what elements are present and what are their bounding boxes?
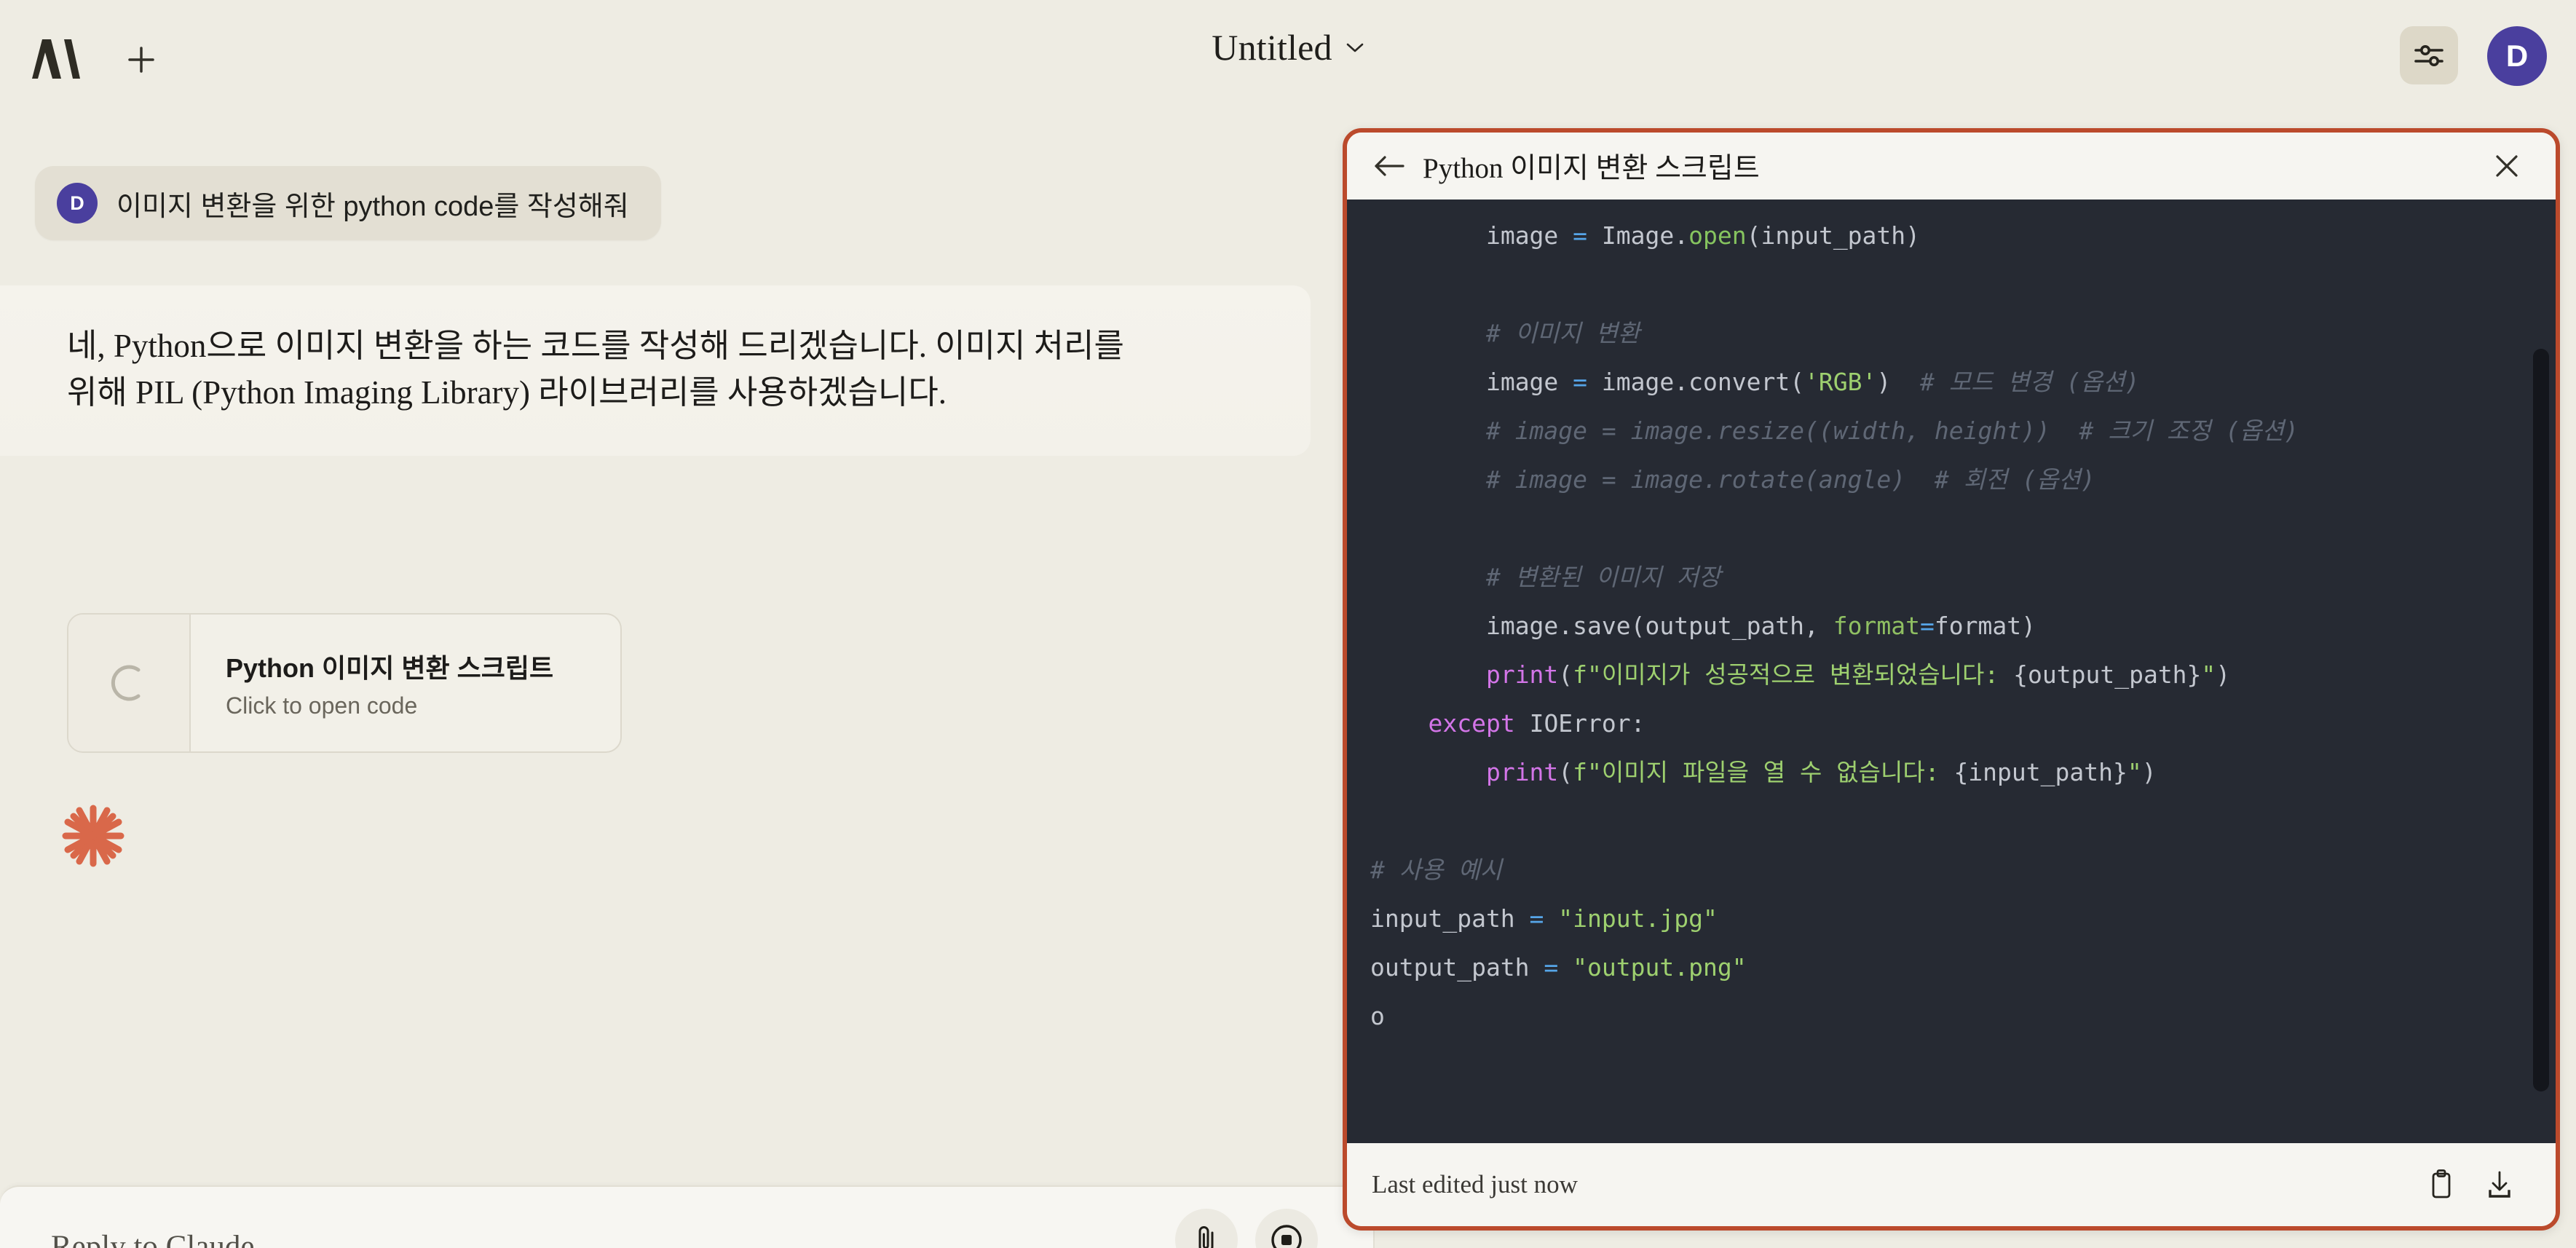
code-line: # image = image.resize((width, height)) …	[1485, 416, 2299, 445]
sliders-icon	[2414, 45, 2443, 66]
stop-recording-icon	[1271, 1225, 1302, 1248]
code-line: except IOError:	[1428, 709, 1645, 738]
code-viewer[interactable]: image = Image.open(input_path) # 이미지 변환 …	[1347, 200, 2556, 1143]
attach-file-button[interactable]	[1175, 1209, 1238, 1248]
new-chat-button[interactable]	[116, 38, 166, 82]
conversation-title-button[interactable]: Untitled	[1212, 26, 1364, 68]
user-message-text: 이미지 변환을 위한 python code를 작성해줘	[116, 191, 629, 222]
download-button[interactable]	[2476, 1161, 2524, 1209]
close-button[interactable]	[2484, 143, 2529, 189]
user-avatar-top[interactable]: D	[2487, 26, 2547, 86]
arrow-left-icon	[1375, 156, 1404, 176]
clipboard-copy-icon	[2432, 1169, 2451, 1198]
page-title: Untitled	[1212, 27, 1332, 68]
code-line: image.save(output_path, format=format)	[1485, 612, 2036, 640]
back-button[interactable]	[1366, 143, 1413, 189]
artifact-card-title: Python 이미지 변환 스크립트	[226, 652, 554, 683]
settings-button[interactable]	[2400, 26, 2458, 84]
close-icon	[2496, 155, 2518, 177]
download-icon	[2489, 1171, 2510, 1198]
assistant-message-text: 네, Python으로 이미지 변환을 하는 코드를 작성해 드리겠습니다. 이…	[67, 328, 1124, 411]
code-line: # image = image.rotate(angle) # 회전 (옵션)	[1485, 465, 2095, 494]
loading-spinner-icon	[68, 615, 191, 751]
code-line: print(f"이미지가 성공적으로 변환되었습니다: {output_path…	[1485, 660, 2231, 689]
avatar: D	[57, 183, 98, 224]
code-content: image = Image.open(input_path) # 이미지 변환 …	[1347, 200, 2556, 1040]
code-scrollbar[interactable]	[2533, 349, 2549, 1091]
artifact-panel-header: Python 이미지 변환 스크립트	[1347, 133, 2556, 200]
artifact-panel-footer: Last edited just now	[1347, 1143, 2556, 1226]
artifact-card-body: Python 이미지 변환 스크립트 Click to open code	[191, 615, 620, 751]
code-line: # 이미지 변환	[1485, 319, 1640, 347]
artifact-preview-card[interactable]: Python 이미지 변환 스크립트 Click to open code	[67, 613, 622, 753]
claude-starburst-icon	[60, 802, 127, 869]
composer-actions	[1175, 1209, 1318, 1248]
message-composer: Reply to Claude... Claude 3 Opus	[0, 1185, 1375, 1248]
stop-generating-button[interactable]	[1255, 1209, 1318, 1248]
top-bar: Untitled D	[0, 0, 2576, 109]
assistant-message: 네, Python으로 이미지 변환을 하는 코드를 작성해 드리겠습니다. 이…	[0, 285, 1311, 456]
code-line: print(f"이미지 파일을 열 수 없습니다: {input_path}")	[1485, 758, 2157, 786]
code-line: # 사용 예시	[1370, 856, 1503, 884]
last-edited-status: Last edited just now	[1372, 1170, 1578, 1198]
code-line: o	[1370, 1002, 1385, 1030]
code-line: image = image.convert('RGB') # 모드 변경 (옵션…	[1485, 368, 2140, 396]
artifact-panel-title: Python 이미지 변환 스크립트	[1423, 153, 1760, 184]
conversation-title-container: Untitled	[0, 26, 2576, 68]
code-line: output_path = "output.png"	[1370, 953, 1747, 982]
conversation-column: D 이미지 변환을 위한 python code를 작성해줘 네, Python…	[0, 109, 1375, 1248]
anthropic-logo-icon	[23, 38, 80, 80]
copy-button[interactable]	[2417, 1161, 2465, 1209]
code-line: # 변환된 이미지 저장	[1485, 563, 1721, 591]
avatar-initial: D	[2505, 39, 2529, 73]
reply-input[interactable]: Reply to Claude...	[51, 1229, 278, 1248]
paperclip-icon	[1198, 1226, 1214, 1248]
app-root: Untitled D D 이미지 변환을 위한 python code를 작성해…	[0, 0, 2576, 1248]
code-line: image = Image.open(input_path)	[1485, 221, 1921, 250]
chevron-down-icon	[1346, 42, 1364, 53]
artifact-card-subtitle: Click to open code	[226, 692, 418, 719]
code-line: input_path = "input.jpg"	[1370, 904, 1718, 933]
avatar-initial: D	[70, 191, 84, 214]
user-message: D 이미지 변환을 위한 python code를 작성해줘	[35, 166, 661, 240]
plus-icon	[128, 47, 154, 73]
artifact-panel: Python 이미지 변환 스크립트 image = Image.open(in…	[1343, 128, 2560, 1231]
